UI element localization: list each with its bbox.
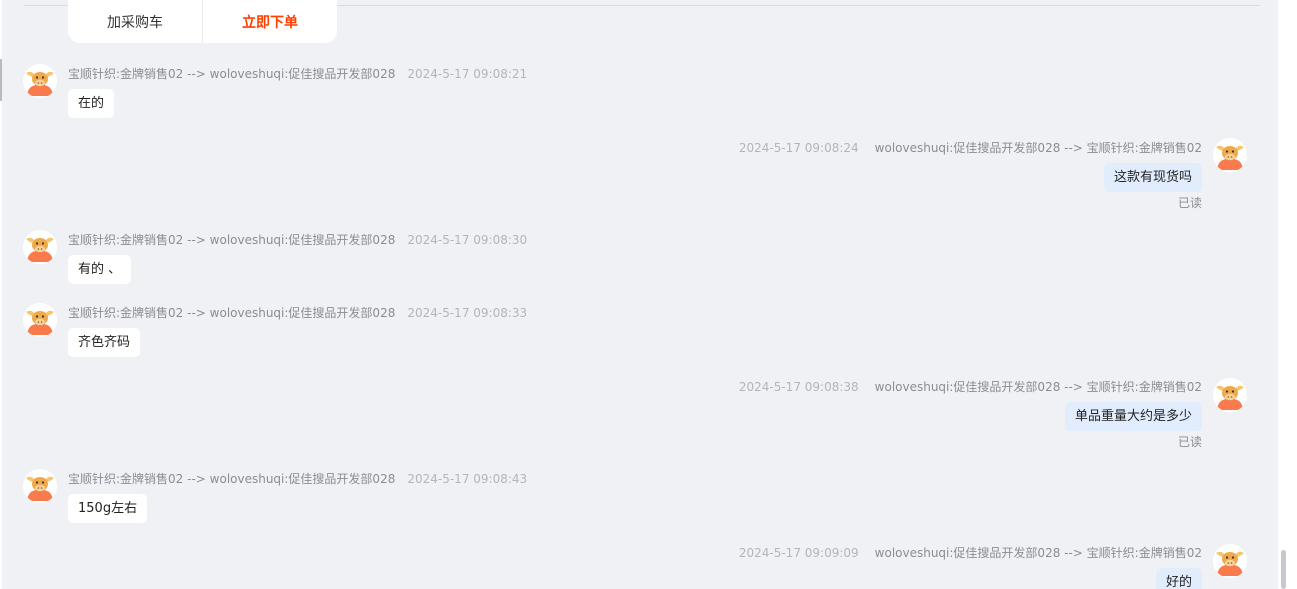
cow-avatar-icon: [23, 303, 57, 337]
add-to-cart-button[interactable]: 加采购车: [68, 0, 202, 43]
chat-panel: 加采购车 立即下单 宝顺针织:金牌销售02 --> woloveshuqi:促佳…: [2, 0, 1278, 589]
cow-avatar-icon: [23, 230, 57, 264]
message-time: 2024-5-17 09:08:21: [407, 67, 528, 81]
message-meta: 宝顺针织:金牌销售02 --> woloveshuqi:促佳搜品开发部028 20…: [68, 231, 527, 248]
message-sender: woloveshuqi:促佳搜品开发部028 --> 宝顺针织:金牌销售02: [874, 141, 1202, 155]
scrollbar-thumb[interactable]: [1281, 550, 1286, 589]
read-status: 已读: [1177, 435, 1202, 449]
message-sender: woloveshuqi:促佳搜品开发部028 --> 宝顺针织:金牌销售02: [874, 380, 1202, 394]
avatar[interactable]: [1213, 138, 1247, 172]
avatar[interactable]: [1213, 544, 1247, 578]
read-status: 已读: [1177, 196, 1202, 210]
cow-avatar-icon: [23, 469, 57, 503]
message-bubble[interactable]: 单品重量大约是多少: [1064, 402, 1202, 431]
message-time: 2024-5-17 09:08:33: [407, 306, 528, 320]
message-meta: 2024-5-17 09:08:24 woloveshuqi:促佳搜品开发部028…: [739, 139, 1202, 156]
message-meta: 宝顺针织:金牌销售02 --> woloveshuqi:促佳搜品开发部028 20…: [68, 65, 527, 82]
message-bubble[interactable]: 150g左右: [68, 494, 148, 523]
message-bubble[interactable]: 好的: [1155, 568, 1202, 589]
cow-avatar-icon: [1213, 544, 1247, 578]
message-time: 2024-5-17 09:08:38: [738, 380, 859, 394]
message-meta: 2024-5-17 09:08:38 woloveshuqi:促佳搜品开发部028…: [739, 378, 1202, 395]
avatar[interactable]: [23, 64, 57, 98]
product-action-bar: 加采购车 立即下单: [68, 0, 337, 43]
cow-avatar-icon: [1213, 378, 1247, 412]
message-bubble[interactable]: 齐色齐码: [68, 328, 141, 357]
message-time: 2024-5-17 09:08:30: [407, 233, 528, 247]
message-bubble[interactable]: 有的 、: [68, 255, 132, 284]
scroll-indicator: [0, 59, 2, 101]
message-sender: 宝顺针织:金牌销售02 --> woloveshuqi:促佳搜品开发部028: [68, 472, 396, 486]
message-sender: 宝顺针织:金牌销售02 --> woloveshuqi:促佳搜品开发部028: [68, 67, 396, 81]
message-meta: 宝顺针织:金牌销售02 --> woloveshuqi:促佳搜品开发部028 20…: [68, 470, 527, 487]
avatar[interactable]: [23, 303, 57, 337]
message-sender: 宝顺针织:金牌销售02 --> woloveshuqi:促佳搜品开发部028: [68, 306, 396, 320]
message-time: 2024-5-17 09:08:24: [738, 141, 859, 155]
message-sender: 宝顺针织:金牌销售02 --> woloveshuqi:促佳搜品开发部028: [68, 233, 396, 247]
avatar[interactable]: [1213, 378, 1247, 412]
avatar[interactable]: [23, 230, 57, 264]
avatar[interactable]: [23, 469, 57, 503]
message-bubble[interactable]: 在的: [68, 89, 115, 118]
message-time: 2024-5-17 09:09:09: [738, 546, 859, 560]
order-now-button[interactable]: 立即下单: [202, 0, 337, 43]
message-meta: 2024-5-17 09:09:09 woloveshuqi:促佳搜品开发部028…: [739, 544, 1202, 561]
message-bubble[interactable]: 这款有现货吗: [1103, 163, 1202, 192]
scrollbar-track[interactable]: [1278, 0, 1297, 589]
message-meta: 宝顺针织:金牌销售02 --> woloveshuqi:促佳搜品开发部028 20…: [68, 304, 527, 321]
message-sender: woloveshuqi:促佳搜品开发部028 --> 宝顺针织:金牌销售02: [874, 546, 1202, 560]
message-time: 2024-5-17 09:08:43: [407, 472, 528, 486]
cow-avatar-icon: [23, 64, 57, 98]
cow-avatar-icon: [1213, 138, 1247, 172]
